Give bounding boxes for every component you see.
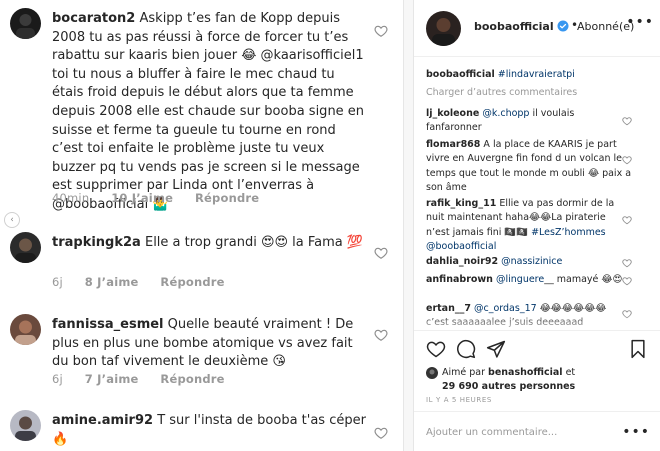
post-actions bbox=[414, 330, 660, 364]
comment-item: amine.amir92 T sur l'insta de booba t'as… bbox=[10, 410, 402, 451]
comment-mention[interactable]: @c_ordas_17 bbox=[474, 303, 537, 314]
post-caption: boobaofficial #lindavraieratpi bbox=[426, 68, 632, 82]
comment-meta: 6j 8 J’aime Répondre bbox=[52, 275, 243, 289]
verified-badge-icon bbox=[557, 20, 569, 32]
list-item: rafik_king_11 Ellie va pas dormir de la … bbox=[426, 197, 632, 254]
avatar[interactable] bbox=[426, 11, 461, 46]
heart-icon[interactable] bbox=[622, 155, 632, 165]
liked-by-prefix: Aimé par bbox=[442, 367, 489, 378]
heart-icon[interactable] bbox=[622, 258, 632, 268]
heart-icon[interactable] bbox=[622, 116, 632, 126]
more-comments-icon[interactable]: ‹ bbox=[4, 212, 20, 228]
heart-icon[interactable] bbox=[622, 276, 632, 286]
comment-meta: 40min 10 J’aime Répondre bbox=[52, 191, 277, 205]
comment-username[interactable]: ertan__7 bbox=[426, 303, 471, 314]
reply-button[interactable]: Répondre bbox=[195, 191, 259, 205]
comment-text: amine.amir92 T sur l'insta de booba t'as… bbox=[52, 412, 370, 449]
reply-button[interactable]: Répondre bbox=[160, 372, 224, 386]
list-item: anfinabrown @linguere__ mamayé 😂😍 bbox=[426, 273, 632, 287]
share-icon[interactable] bbox=[486, 339, 506, 359]
post-header: boobaofficial • Abonné(e) ••• bbox=[414, 0, 660, 57]
avatar[interactable] bbox=[426, 367, 438, 379]
comment-body: Askipp t’es fan de Kopp depuis 2008 tu a… bbox=[52, 11, 365, 212]
column-divider bbox=[403, 0, 414, 451]
comment-username[interactable]: anfinabrown bbox=[426, 274, 493, 285]
comment-time: 6j bbox=[52, 275, 63, 289]
avatar[interactable] bbox=[10, 8, 41, 39]
comment-body: __ mamayé 😂😍 bbox=[544, 274, 623, 285]
avatar[interactable] bbox=[10, 232, 41, 263]
post-time: IL Y A 5 HEURES bbox=[426, 396, 492, 404]
comment-item: bocaraton2 Askipp t’es fan de Kopp depui… bbox=[10, 8, 402, 212]
comment-username[interactable]: flomar868 bbox=[426, 139, 480, 150]
post-username[interactable]: boobaofficial bbox=[474, 20, 554, 33]
post-panel: boobaofficial • Abonné(e) ••• boobaoffic… bbox=[414, 0, 660, 451]
caption-username[interactable]: boobaofficial bbox=[426, 69, 495, 80]
more-options-icon[interactable]: ••• bbox=[622, 424, 650, 440]
comment-mention[interactable]: @nassizinice bbox=[501, 256, 562, 267]
comment-time: 40min bbox=[52, 191, 90, 205]
avatar[interactable] bbox=[10, 314, 41, 345]
bookmark-icon[interactable] bbox=[628, 339, 648, 359]
comment-mention[interactable]: @k.chopp bbox=[482, 108, 529, 119]
heart-icon[interactable] bbox=[374, 24, 388, 38]
like-icon[interactable] bbox=[426, 339, 446, 359]
comments-thread: bocaraton2 Askipp t’es fan de Kopp depui… bbox=[0, 0, 403, 451]
comment-username[interactable]: bocaraton2 bbox=[52, 11, 135, 26]
comment-likes[interactable]: 8 J’aime bbox=[85, 275, 139, 289]
heart-icon[interactable] bbox=[622, 215, 632, 225]
more-options-icon[interactable]: ••• bbox=[626, 14, 654, 30]
reply-button[interactable]: Répondre bbox=[160, 275, 224, 289]
comment-text: trapkingk2a Elle a trop grandi 😍😍 la Fam… bbox=[52, 234, 370, 253]
liked-by-user[interactable]: benashofficial bbox=[488, 367, 563, 378]
add-comment-bar: Ajouter un commentaire... ••• bbox=[414, 411, 660, 451]
comment-item: fannissa_esmel Quelle beauté vraiment ! … bbox=[10, 314, 402, 392]
comment-icon[interactable] bbox=[456, 339, 476, 359]
likes-count[interactable]: 29 690 autres personnes bbox=[442, 381, 575, 392]
avatar[interactable] bbox=[10, 410, 41, 441]
comment-username[interactable]: dahlia_noir92 bbox=[426, 256, 498, 267]
comment-mention[interactable]: @linguere bbox=[496, 274, 544, 285]
liked-by-middle: et bbox=[562, 367, 576, 378]
comment-time: 6j bbox=[52, 372, 63, 386]
comment-likes[interactable]: 7 J’aime bbox=[85, 372, 139, 386]
comment-likes[interactable]: 10 J’aime bbox=[111, 191, 173, 205]
add-comment-input[interactable]: Ajouter un commentaire... bbox=[426, 427, 557, 438]
comment-text: fannissa_esmel Quelle beauté vraiment ! … bbox=[52, 316, 370, 372]
comment-username[interactable]: lj_koleone bbox=[426, 108, 479, 119]
comment-username[interactable]: trapkingk2a bbox=[52, 235, 141, 250]
comment-item: trapkingk2a Elle a trop grandi 😍😍 la Fam… bbox=[10, 232, 402, 292]
comment-username[interactable]: amine.amir92 bbox=[52, 413, 153, 428]
comment-body: Elle a trop grandi 😍😍 la Fama 💯 bbox=[144, 235, 364, 250]
comment-username[interactable]: fannissa_esmel bbox=[52, 317, 164, 332]
heart-icon[interactable] bbox=[374, 426, 388, 440]
comment-meta: 6j 7 J’aime Répondre bbox=[52, 372, 243, 386]
heart-icon[interactable] bbox=[374, 328, 388, 342]
heart-icon[interactable] bbox=[374, 246, 388, 260]
caption-hashtag[interactable]: #lindavraieratpi bbox=[498, 69, 575, 80]
comment-username[interactable]: rafik_king_11 bbox=[426, 198, 496, 209]
load-more-comments[interactable]: Charger d’autres commentaires bbox=[426, 86, 632, 100]
list-item: dahlia_noir92 @nassizinice bbox=[426, 255, 632, 269]
liked-by-text: Aimé par benashofficial et 29 690 autres… bbox=[442, 366, 642, 394]
list-item: flomar868 A la place de KAARIS je part v… bbox=[426, 138, 632, 195]
comment-text: bocaraton2 Askipp t’es fan de Kopp depui… bbox=[52, 10, 370, 215]
list-item: lj_koleone @k.chopp il voulais fanfaronn… bbox=[426, 107, 632, 136]
